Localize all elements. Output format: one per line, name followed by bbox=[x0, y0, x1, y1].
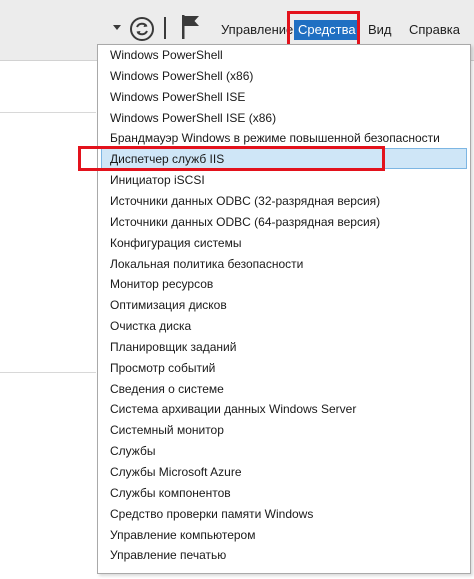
tools-menu-item[interactable]: Windows PowerShell (x86) bbox=[110, 66, 253, 86]
refresh-icon[interactable] bbox=[129, 16, 155, 42]
tools-menu-item[interactable]: Источники данных ODBC (32-разрядная верс… bbox=[110, 191, 380, 211]
tools-menu-item[interactable]: Система архивации данных Windows Server bbox=[110, 399, 356, 419]
tools-menu-item[interactable]: Управление компьютером bbox=[110, 525, 255, 545]
tools-menu-item[interactable]: Windows PowerShell bbox=[110, 45, 223, 65]
toolbar-separator bbox=[164, 17, 166, 39]
tools-menu-item[interactable]: Службы Microsoft Azure bbox=[110, 462, 242, 482]
caret-down-icon[interactable] bbox=[113, 25, 121, 30]
tools-menu-item[interactable]: Инициатор iSCSI bbox=[110, 170, 205, 190]
tools-menu-item[interactable]: Источники данных ODBC (64-разрядная верс… bbox=[110, 212, 380, 232]
left-pane-divider bbox=[0, 372, 96, 373]
tools-menu-item[interactable]: Сведения о системе bbox=[110, 379, 224, 399]
tools-menu-item[interactable]: Системный монитор bbox=[110, 420, 224, 440]
tools-menu-item[interactable]: Локальная политика безопасности bbox=[110, 254, 303, 274]
tools-menu-item[interactable]: Windows PowerShell ISE (x86) bbox=[110, 108, 276, 128]
tools-menu-item[interactable]: Windows PowerShell ISE bbox=[110, 87, 245, 107]
tools-menu-item[interactable]: Службы bbox=[110, 441, 155, 461]
tools-menu-item[interactable]: Управление печатью bbox=[110, 545, 226, 565]
left-pane-divider bbox=[0, 112, 96, 113]
menu-tools[interactable]: Средства bbox=[294, 20, 360, 40]
tools-menu-item[interactable]: Планировщик заданий bbox=[110, 337, 236, 357]
tools-menu-item[interactable]: Конфигурация системы bbox=[110, 233, 241, 253]
tools-menu-item[interactable]: Просмотр событий bbox=[110, 358, 215, 378]
menu-view[interactable]: Вид bbox=[368, 20, 392, 40]
menu-manage[interactable]: Управление bbox=[221, 20, 293, 40]
tools-menu-item[interactable]: Очистка диска bbox=[110, 316, 191, 336]
tools-menu-item[interactable]: Службы компонентов bbox=[110, 483, 231, 503]
tools-menu-item[interactable]: Оптимизация дисков bbox=[110, 295, 227, 315]
tools-menu-item[interactable]: Монитор ресурсов bbox=[110, 274, 213, 294]
tools-menu-item[interactable]: Диспетчер служб IIS bbox=[110, 149, 224, 169]
tools-menu-item[interactable]: Средство проверки памяти Windows bbox=[110, 504, 313, 524]
flag-icon[interactable] bbox=[181, 14, 203, 40]
tools-menu-item[interactable]: Брандмауэр Windows в режиме повышенной б… bbox=[110, 128, 440, 148]
menu-help[interactable]: Справка bbox=[409, 20, 460, 40]
